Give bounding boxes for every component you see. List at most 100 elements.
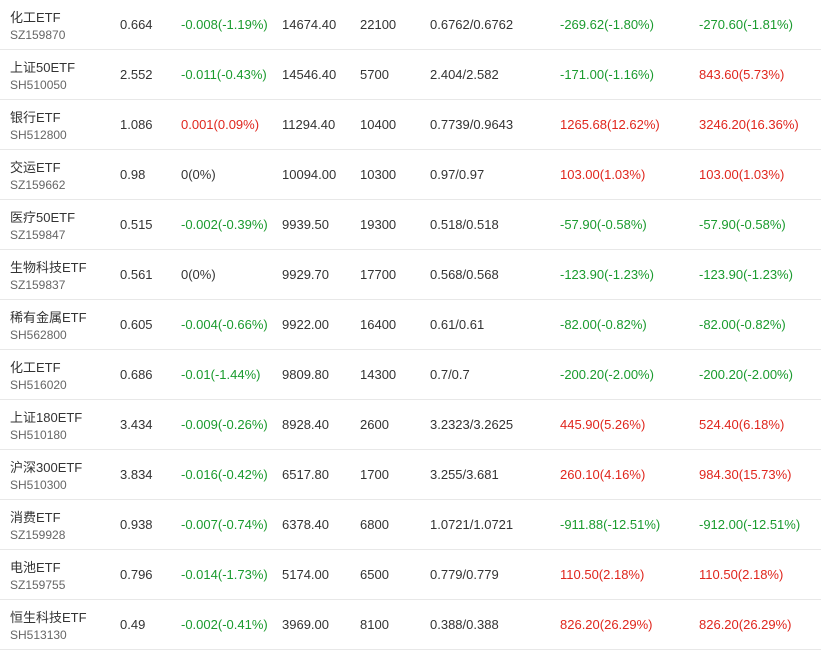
shares-cell: 16400 <box>360 317 397 332</box>
cost-cell: 1.0721/1.0721 <box>430 517 514 532</box>
total-profit-cell: -200.20(-2.00%) <box>699 367 793 382</box>
market-value-cell: 6378.40 <box>282 517 329 532</box>
fund-name[interactable]: 银行ETF <box>10 107 61 126</box>
table-row[interactable]: 银行ETF SH512800 1.086 0.001(0.09%) 11294.40 10… <box>0 100 821 150</box>
position-profit-cell: 260.10(4.16%) <box>560 467 646 482</box>
fund-code: SZ159662 <box>10 178 66 192</box>
fund-name[interactable]: 消费ETF <box>10 507 61 526</box>
cost-cell: 0.6762/0.6762 <box>430 17 514 32</box>
fund-name[interactable]: 医疗50ETF <box>10 207 75 226</box>
shares-cell: 5700 <box>360 67 389 82</box>
shares-cell: 17700 <box>360 267 397 282</box>
table-row[interactable]: 生物科技ETF SZ159837 0.561 0(0%) 9929.70 17700 0.5… <box>0 250 821 300</box>
fund-name[interactable]: 上证180ETF <box>10 407 82 426</box>
change-cell: -0.016(-0.42%) <box>181 467 268 482</box>
table-row[interactable]: 电池ETF SZ159755 0.796 -0.014(-1.73%) 5174.00 6… <box>0 550 821 600</box>
market-value-cell: 3969.00 <box>282 617 329 632</box>
table-row[interactable]: 上证50ETF SH510050 2.552 -0.011(-0.43%) 14546.… <box>0 50 821 100</box>
total-profit-cell: -912.00(-12.51%) <box>699 517 801 532</box>
price-cell: 0.515 <box>120 217 153 232</box>
total-profit-cell: -270.60(-1.81%) <box>699 17 793 32</box>
market-value-cell: 14674.40 <box>282 17 337 32</box>
shares-cell: 10400 <box>360 117 397 132</box>
fund-name[interactable]: 沪深300ETF <box>10 457 82 476</box>
market-value-cell: 5174.00 <box>282 567 329 582</box>
cost-cell: 0.61/0.61 <box>430 317 485 332</box>
change-cell: 0(0%) <box>181 267 216 282</box>
fund-code: SZ159870 <box>10 28 66 42</box>
total-profit-cell: 843.60(5.73%) <box>699 67 785 82</box>
table-row[interactable]: 稀有金属ETF SH562800 0.605 -0.004(-0.66%) 9922.0… <box>0 300 821 350</box>
fund-name[interactable]: 上证50ETF <box>10 57 75 76</box>
change-cell: -0.002(-0.39%) <box>181 217 268 232</box>
price-cell: 0.796 <box>120 567 153 582</box>
table-row[interactable]: 化工ETF SZ159870 0.664 -0.008(-1.19%) 14674.40… <box>0 0 821 50</box>
position-profit-cell: -171.00(-1.16%) <box>560 67 654 82</box>
price-cell: 0.98 <box>120 167 146 182</box>
shares-cell: 2600 <box>360 417 389 432</box>
fund-code: SH510180 <box>10 428 67 442</box>
shares-cell: 19300 <box>360 217 397 232</box>
cost-cell: 0.7/0.7 <box>430 367 470 382</box>
market-value-cell: 8928.40 <box>282 417 329 432</box>
total-profit-cell: 3246.20(16.36%) <box>699 117 799 132</box>
total-profit-cell: 524.40(6.18%) <box>699 417 785 432</box>
price-cell: 0.561 <box>120 267 153 282</box>
price-cell: 0.938 <box>120 517 153 532</box>
total-profit-cell: 984.30(15.73%) <box>699 467 792 482</box>
cost-cell: 3.2323/3.2625 <box>430 417 514 432</box>
cost-cell: 0.388/0.388 <box>430 617 499 632</box>
change-cell: -0.011(-0.43%) <box>181 67 267 82</box>
market-value-cell: 10094.00 <box>282 167 337 182</box>
market-value-cell: 11294.40 <box>282 117 336 132</box>
position-profit-cell: 445.90(5.26%) <box>560 417 646 432</box>
fund-code: SH512800 <box>10 128 67 142</box>
price-cell: 3.834 <box>120 467 153 482</box>
fund-code: SZ159755 <box>10 578 66 592</box>
table-row[interactable]: 上证180ETF SH510180 3.434 -0.009(-0.26%) 8928.… <box>0 400 821 450</box>
total-profit-cell: 826.20(26.29%) <box>699 617 792 632</box>
position-profit-cell: 103.00(1.03%) <box>560 167 646 182</box>
market-value-cell: 14546.40 <box>282 67 337 82</box>
change-cell: -0.002(-0.41%) <box>181 617 268 632</box>
shares-cell: 14300 <box>360 367 397 382</box>
position-profit-cell: -123.90(-1.23%) <box>560 267 654 282</box>
position-profit-cell: -200.20(-2.00%) <box>560 367 654 382</box>
position-profit-cell: -269.62(-1.80%) <box>560 17 654 32</box>
fund-name[interactable]: 恒生科技ETF <box>10 607 87 626</box>
position-profit-cell: -57.90(-0.58%) <box>560 217 647 232</box>
table-row[interactable]: 交运ETF SZ159662 0.98 0(0%) 10094.00 10300 0.97/… <box>0 150 821 200</box>
fund-name[interactable]: 生物科技ETF <box>10 257 87 276</box>
fund-name[interactable]: 电池ETF <box>10 557 61 576</box>
table-row[interactable]: 医疗50ETF SZ159847 0.515 -0.002(-0.39%) 9939.5… <box>0 200 821 250</box>
table-row[interactable]: 化工ETF SH516020 0.686 -0.01(-1.44%) 9809.80 14… <box>0 350 821 400</box>
price-cell: 0.664 <box>120 17 153 32</box>
table-row[interactable]: 消费ETF SZ159928 0.938 -0.007(-0.74%) 6378.40 6… <box>0 500 821 550</box>
shares-cell: 6800 <box>360 517 389 532</box>
price-cell: 0.605 <box>120 317 153 332</box>
market-value-cell: 9809.80 <box>282 367 329 382</box>
shares-cell: 8100 <box>360 617 389 632</box>
table-row[interactable]: 沪深300ETF SH510300 3.834 -0.016(-0.42%) 6517.… <box>0 450 821 500</box>
market-value-cell: 6517.80 <box>282 467 329 482</box>
fund-name[interactable]: 交运ETF <box>10 157 61 176</box>
fund-name[interactable]: 化工ETF <box>10 357 61 376</box>
total-profit-cell: -82.00(-0.82%) <box>699 317 786 332</box>
market-value-cell: 9922.00 <box>282 317 329 332</box>
change-cell: -0.007(-0.74%) <box>181 517 268 532</box>
shares-cell: 6500 <box>360 567 389 582</box>
cost-cell: 2.404/2.582 <box>430 67 499 82</box>
table-row[interactable]: 恒生科技ETF SH513130 0.49 -0.002(-0.41%) 3969.00… <box>0 600 821 650</box>
fund-name[interactable]: 化工ETF <box>10 7 61 26</box>
market-value-cell: 9939.50 <box>282 217 329 232</box>
position-profit-cell: 826.20(26.29%) <box>560 617 653 632</box>
change-cell: -0.008(-1.19%) <box>181 17 268 32</box>
position-profit-cell: -911.88(-12.51%) <box>560 517 661 532</box>
price-cell: 0.686 <box>120 367 153 382</box>
cost-cell: 0.568/0.568 <box>430 267 499 282</box>
price-cell: 3.434 <box>120 417 153 432</box>
price-cell: 1.086 <box>120 117 153 132</box>
change-cell: -0.014(-1.73%) <box>181 567 268 582</box>
price-cell: 0.49 <box>120 617 146 632</box>
fund-name[interactable]: 稀有金属ETF <box>10 307 87 326</box>
